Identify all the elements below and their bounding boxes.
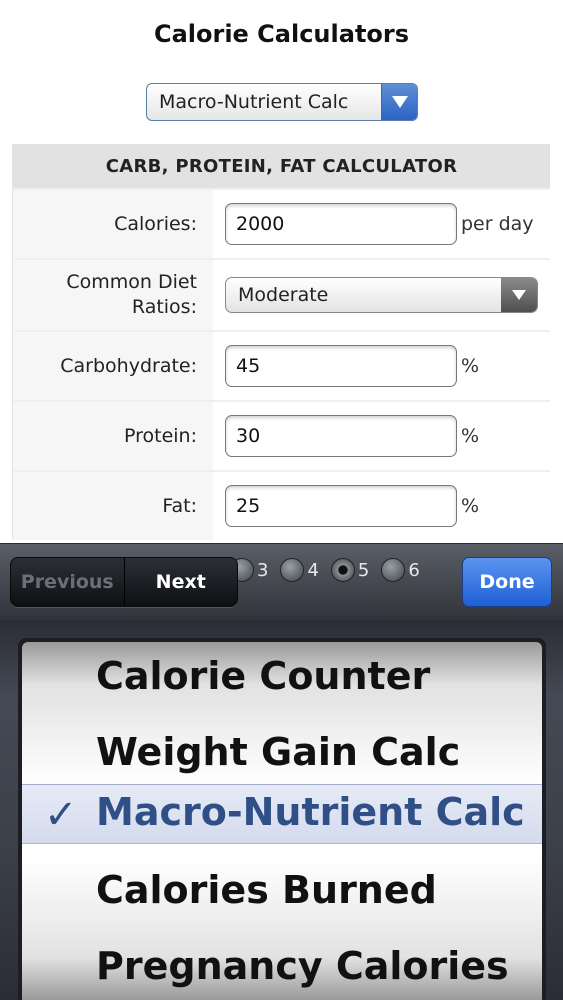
radio-group: 3 4 5 6: [230, 558, 430, 582]
diet-ratio-select[interactable]: Moderate: [225, 277, 538, 313]
calculator-form: CARB, PROTEIN, FAT CALCULATOR Calories: …: [0, 132, 563, 544]
radio-button-selected[interactable]: [330, 558, 355, 582]
radio-button[interactable]: [280, 558, 305, 582]
next-button[interactable]: Next: [125, 558, 238, 606]
picker-panel: Calorie Counter Weight Gain Calc ✓ Macro…: [0, 620, 563, 1000]
fat-suffix: %: [461, 495, 480, 517]
calories-suffix: per day: [461, 213, 534, 235]
picker-option[interactable]: Weight Gain Calc: [96, 730, 460, 774]
checkmark-icon: ✓: [44, 792, 78, 838]
chevron-down-icon[interactable]: [501, 278, 537, 312]
done-button[interactable]: Done: [462, 557, 552, 607]
radio-label: 5: [357, 559, 370, 581]
previous-button[interactable]: Previous: [11, 558, 125, 606]
radio-label: 4: [307, 559, 319, 581]
picker-option-selected[interactable]: Macro-Nutrient Calc: [96, 790, 525, 834]
fat-label: Fat:: [13, 472, 213, 540]
radio-label: 3: [257, 559, 269, 581]
protein-label: Protein:: [13, 402, 213, 470]
row-carbohydrate: Carbohydrate: 45 %: [13, 330, 550, 400]
row-protein: Protein: 30 %: [13, 400, 550, 470]
protein-suffix: %: [461, 425, 480, 447]
calculator-select[interactable]: Macro-Nutrient Calc: [146, 83, 418, 121]
chevron-down-icon[interactable]: [381, 84, 417, 120]
row-calories: Calories: 2000 per day: [13, 188, 550, 258]
picker-option[interactable]: Calories Burned: [96, 868, 437, 912]
picker-option[interactable]: Calorie Counter: [96, 654, 430, 698]
radio-button[interactable]: [381, 558, 406, 582]
radio-label: 6: [408, 559, 420, 581]
calories-label: Calories:: [13, 190, 213, 258]
picker-wheel[interactable]: Calorie Counter Weight Gain Calc ✓ Macro…: [22, 642, 542, 1000]
radio-option[interactable]: 6: [381, 558, 420, 582]
picker-frame: Calorie Counter Weight Gain Calc ✓ Macro…: [18, 638, 546, 1000]
row-diet-ratios: Common Diet Ratios: Moderate: [13, 258, 550, 330]
radio-option[interactable]: 4: [280, 558, 319, 582]
prev-next-control: Previous Next: [10, 557, 238, 607]
protein-input[interactable]: 30: [225, 415, 457, 457]
carbohydrate-label: Carbohydrate:: [13, 332, 213, 400]
diet-ratios-label: Common Diet Ratios:: [13, 260, 213, 330]
fat-input[interactable]: 25: [225, 485, 457, 527]
calories-input[interactable]: 2000: [225, 203, 457, 245]
form-table: CARB, PROTEIN, FAT CALCULATOR Calories: …: [12, 144, 550, 540]
diet-ratio-value: Moderate: [238, 284, 329, 306]
calculator-select-value: Macro-Nutrient Calc: [159, 91, 349, 113]
page-title: Calorie Calculators: [153, 20, 410, 48]
row-fat: Fat: 25 %: [13, 470, 550, 540]
section-title: CARB, PROTEIN, FAT CALCULATOR: [13, 144, 550, 188]
carbohydrate-input[interactable]: 45: [225, 345, 457, 387]
carbohydrate-suffix: %: [461, 355, 480, 377]
picker-option[interactable]: Pregnancy Calories: [96, 944, 509, 988]
radio-option[interactable]: 5: [330, 558, 370, 582]
